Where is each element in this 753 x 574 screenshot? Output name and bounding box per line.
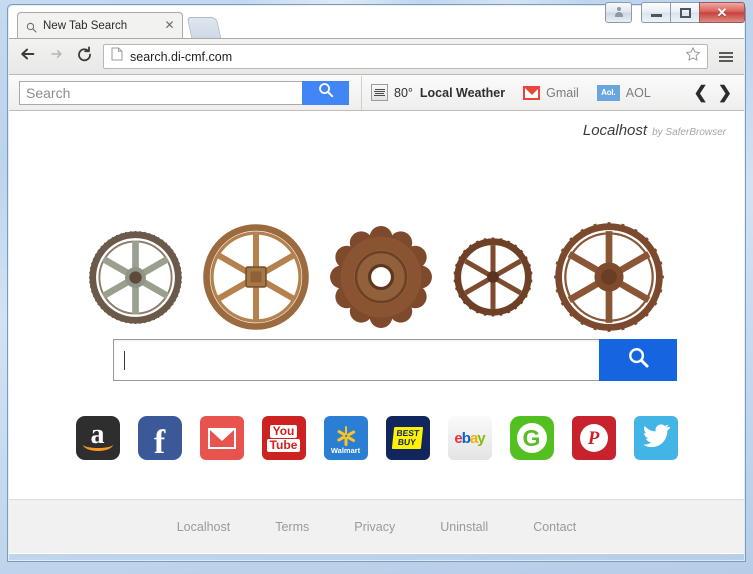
chevron-right-icon[interactable]: ❯ — [718, 84, 732, 101]
extension-toolbar: Search 80° Local Weather Gmail Aol. AOL … — [9, 75, 744, 111]
minimize-button[interactable] — [641, 2, 670, 23]
shortcut-facebook[interactable]: f — [137, 416, 182, 460]
toolbar-item-label: Gmail — [546, 85, 579, 100]
maximize-button[interactable] — [670, 2, 699, 23]
shortcut-ebay[interactable]: ebay — [447, 416, 492, 460]
gear-illustration — [9, 221, 744, 333]
minimize-icon — [650, 14, 662, 17]
groupon-logo-letter: G — [516, 423, 547, 453]
toolbar-search-placeholder: Search — [26, 84, 71, 101]
close-icon[interactable]: ✕ — [163, 19, 176, 32]
text-caret — [124, 350, 125, 370]
reload-button[interactable] — [71, 44, 97, 70]
weather-icon — [371, 84, 388, 101]
user-account-button[interactable] — [605, 2, 632, 23]
gear-spoked-tan — [201, 222, 311, 332]
toolbar-pager: ❮ ❯ — [694, 84, 743, 101]
navigation-bar: search.di-cmf.com — [9, 38, 744, 75]
youtube-logo-tube: Tube — [266, 438, 301, 452]
new-tab-button[interactable] — [186, 17, 222, 38]
pinterest-logo-letter: P — [579, 424, 608, 452]
gear-wheel-rusty-large — [553, 221, 665, 333]
site-search-row — [113, 339, 677, 381]
hamburger-menu-icon — [719, 51, 733, 62]
chevron-left-icon[interactable]: ❮ — [694, 84, 708, 101]
search-icon — [627, 346, 650, 374]
shortcut-bestbuy[interactable]: BEST BUY — [385, 416, 430, 460]
envelope-icon — [207, 427, 236, 449]
page-content: Localhost by SaferBrowser a f You Tube W… — [9, 111, 744, 553]
footer-link-uninstall[interactable]: Uninstall — [440, 520, 488, 534]
youtube-logo-you: You — [269, 424, 298, 438]
brand-logo[interactable]: Localhost by SaferBrowser — [583, 122, 726, 139]
footer-link-terms[interactable]: Terms — [275, 520, 309, 534]
amazon-smile-icon — [82, 438, 113, 451]
shortcut-gmail[interactable] — [199, 416, 244, 460]
brand-byline: by SaferBrowser — [652, 127, 726, 138]
shortcut-twitter[interactable] — [633, 416, 678, 460]
address-bar[interactable]: search.di-cmf.com — [103, 44, 708, 69]
footer-link-contact[interactable]: Contact — [533, 520, 576, 534]
ebay-letter-b: b — [461, 429, 471, 447]
site-search-button[interactable] — [599, 339, 677, 381]
titlebar-buttons: ✕ — [605, 2, 745, 23]
chrome-browser: New Tab Search ✕ search.di-cmf.com Searc… — [9, 6, 744, 554]
maximize-icon — [679, 7, 691, 18]
forward-button[interactable] — [43, 44, 69, 70]
twitter-bird-icon — [641, 423, 671, 454]
toolbar-item-label: AOL — [625, 85, 651, 100]
shortcut-tiles: a f You Tube Walmart BEST BUY ebay G P — [9, 416, 744, 460]
close-button[interactable]: ✕ — [699, 2, 745, 23]
gear-solid-rusty — [329, 225, 433, 329]
tab-title: New Tab Search — [43, 19, 128, 32]
search-icon — [26, 20, 37, 33]
site-search-input[interactable] — [113, 339, 599, 381]
brand-name: Localhost — [582, 122, 648, 139]
user-icon — [614, 7, 623, 18]
close-icon: ✕ — [716, 5, 728, 20]
shortcut-walmart[interactable]: Walmart — [323, 416, 368, 460]
hamburger-menu-button[interactable] — [714, 44, 738, 70]
footer-link-privacy[interactable]: Privacy — [354, 520, 395, 534]
ebay-letter-y: y — [477, 429, 485, 447]
toolbar-item-label: Local Weather — [419, 85, 506, 100]
bestbuy-tag-icon: BEST BUY — [392, 427, 423, 449]
page-document-icon — [111, 47, 123, 66]
weather-temperature: 80° — [394, 85, 413, 100]
toolbar-item-local-weather[interactable]: 80° Local Weather — [362, 75, 514, 111]
toolbar-item-gmail[interactable]: Gmail — [514, 75, 588, 111]
reload-icon — [76, 45, 93, 68]
gmail-icon — [523, 85, 541, 100]
ebay-logo: ebay — [454, 429, 485, 447]
browser-window: ✕ New Tab Search ✕ search.di-cmf.com Sea… — [0, 0, 753, 574]
shortcut-groupon[interactable]: G — [509, 416, 554, 460]
forward-arrow-icon — [48, 47, 64, 66]
page-footer: Localhost Terms Privacy Uninstall Contac… — [9, 499, 744, 553]
shortcut-pinterest[interactable]: P — [571, 416, 616, 460]
ebay-letter-e: e — [454, 429, 462, 447]
back-arrow-icon — [19, 46, 37, 67]
shortcut-youtube[interactable]: You Tube — [261, 416, 306, 460]
aol-icon: Aol. — [596, 84, 620, 101]
shortcut-amazon[interactable]: a — [75, 416, 120, 460]
back-button[interactable] — [15, 44, 41, 70]
toolbar-search-input[interactable]: Search — [19, 80, 302, 105]
footer-link-localhost[interactable]: Localhost — [177, 520, 231, 534]
walmart-spark-icon — [335, 425, 357, 447]
star-icon[interactable] — [685, 46, 701, 67]
gear-spoked-pale-green — [88, 230, 183, 325]
toolbar-search-button[interactable] — [302, 80, 349, 105]
bestbuy-line-2: BUY — [397, 437, 417, 447]
toolbar-item-aol[interactable]: Aol. AOL — [588, 75, 660, 111]
gear-spoked-dark-rust — [451, 235, 535, 319]
address-bar-url: search.di-cmf.com — [130, 49, 233, 64]
facebook-logo-letter: f — [153, 424, 166, 460]
toolbar-search-group: Search — [19, 80, 349, 105]
browser-tab-new-tab-search[interactable]: New Tab Search ✕ — [17, 12, 183, 38]
walmart-label: Walmart — [330, 446, 361, 455]
search-icon — [318, 82, 334, 103]
youtube-logo: You Tube — [266, 424, 301, 452]
